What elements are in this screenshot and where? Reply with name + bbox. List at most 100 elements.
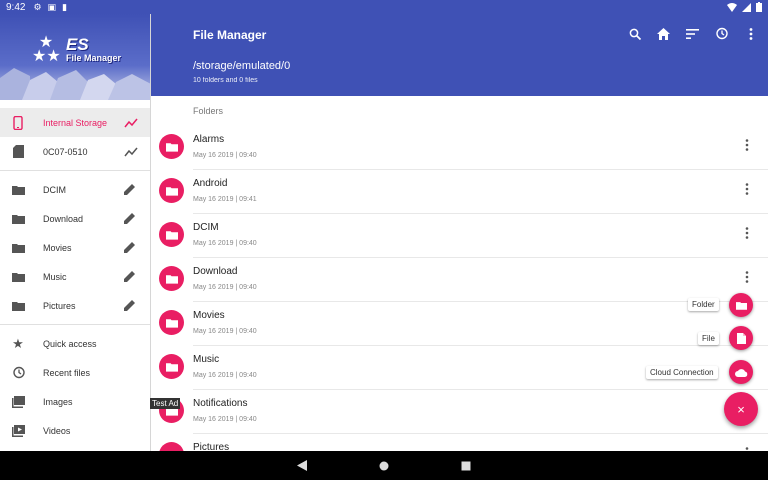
folder-name: Movies <box>193 310 225 321</box>
folder-row[interactable]: Movies May 16 2019 | 09:40 <box>151 302 768 346</box>
current-path: /storage/emulated/0 <box>193 60 291 72</box>
home-icon[interactable] <box>656 26 671 41</box>
header-decoration <box>0 68 150 100</box>
drawer-item-label: Recent files <box>43 367 91 378</box>
sort-icon[interactable] <box>685 26 700 41</box>
more-vert-icon[interactable] <box>742 227 752 241</box>
more-vert-icon[interactable] <box>743 26 758 41</box>
cloud-connection-button[interactable] <box>729 360 753 384</box>
edit-icon[interactable] <box>124 270 138 284</box>
drawer-item-label: 0C07-0510 <box>43 146 88 157</box>
battery-icon <box>756 2 762 12</box>
fab-cloud-label[interactable]: Cloud Connection <box>646 366 718 379</box>
drawer-item-recent-files[interactable]: Recent files <box>0 358 150 387</box>
drawer-item-label: DCIM <box>43 184 66 195</box>
app-window: 9:42 ⚙ ▣ ▮ ★ ★★ ES File Manager Internal… <box>0 0 768 480</box>
drawer-divider <box>0 170 150 171</box>
folder-icon <box>159 442 184 451</box>
folder-name: Music <box>193 354 220 365</box>
logo-fm-text: File Manager <box>66 53 122 63</box>
folder-icon <box>11 299 25 313</box>
recents-icon[interactable] <box>460 460 472 472</box>
edit-icon[interactable] <box>124 212 138 226</box>
drawer-item-label: Internal Storage <box>43 117 108 128</box>
folder-icon <box>159 310 184 335</box>
settings-status-icon: ⚙ <box>33 1 42 12</box>
new-file-button[interactable] <box>729 326 753 350</box>
drawer-item-images[interactable]: Images <box>0 387 150 416</box>
image-icon <box>11 395 25 409</box>
close-icon: × <box>737 401 745 417</box>
drawer-item-label: Quick access <box>43 338 97 349</box>
folder-name: DCIM <box>193 222 219 233</box>
folder-row[interactable]: Notifications May 16 2019 | 09:40 <box>151 390 768 434</box>
new-folder-button[interactable] <box>729 293 753 317</box>
drawer-item-label: Download <box>43 213 84 224</box>
app-bar: File Manager /storage/emulated/0 10 fold… <box>151 14 768 96</box>
back-icon[interactable] <box>296 460 308 472</box>
logo-es-text: ES <box>66 35 89 54</box>
folder-icon <box>11 183 25 197</box>
folder-icon <box>159 222 184 247</box>
system-navigation-bar <box>0 451 768 480</box>
file-list: Folders Alarms May 16 2019 | 09:40 Android… <box>151 96 768 451</box>
test-ad-label: Test Ad <box>150 398 181 409</box>
folder-date: May 16 2019 | 09:41 <box>193 196 257 203</box>
folder-icon <box>159 178 184 203</box>
more-vert-icon[interactable] <box>742 139 752 153</box>
edit-icon[interactable] <box>124 183 138 197</box>
drawer-item-internal-storage[interactable]: Internal Storage <box>0 108 150 137</box>
folder-date: May 16 2019 | 09:40 <box>193 328 257 335</box>
drawer-item-dcim[interactable]: DCIM <box>0 175 150 204</box>
edit-icon[interactable] <box>124 299 138 313</box>
notification-status-icon: ▣ <box>47 1 57 12</box>
more-vert-icon[interactable] <box>742 271 752 285</box>
signal-icon <box>742 2 751 12</box>
drawer-item-label: Movies <box>43 242 72 253</box>
folder-row[interactable]: Download May 16 2019 | 09:40 <box>151 258 768 302</box>
folder-icon <box>11 270 25 284</box>
status-time: 9:42 <box>6 1 26 13</box>
analytics-icon[interactable] <box>124 145 138 159</box>
cloud-icon <box>734 368 747 377</box>
file-icon <box>736 332 746 344</box>
drawer-item-label: Pictures <box>43 300 76 311</box>
sd-status-icon: ▮ <box>62 1 68 12</box>
drawer-item-label: Music <box>43 271 67 282</box>
folder-row[interactable]: DCIM May 16 2019 | 09:40 <box>151 214 768 258</box>
navigation-drawer: ★ ★★ ES File Manager Internal Storage 0C0… <box>0 14 151 451</box>
fab-folder-label[interactable]: Folder <box>688 298 719 311</box>
drawer-item-download[interactable]: Download <box>0 204 150 233</box>
drawer-item-pictures[interactable]: Pictures <box>0 291 150 320</box>
folder-icon <box>11 212 25 226</box>
drawer-item-sd-card[interactable]: 0C07-0510 <box>0 137 150 166</box>
folder-row[interactable]: Android May 16 2019 | 09:41 <box>151 170 768 214</box>
phone-icon <box>11 115 25 130</box>
app-logo: ★ ★★ ES File Manager <box>32 35 122 65</box>
toolbar-actions <box>627 26 758 41</box>
drawer-item-label: Videos <box>43 425 71 436</box>
star-icon: ★ <box>12 335 24 351</box>
drawer-item-music[interactable]: Music <box>0 262 150 291</box>
history-icon[interactable] <box>714 26 729 41</box>
folder-date: May 16 2019 | 09:40 <box>193 284 257 291</box>
folder-date: May 16 2019 | 09:40 <box>193 416 257 423</box>
drawer-header: ★ ★★ ES File Manager <box>0 14 150 100</box>
search-icon[interactable] <box>627 26 642 41</box>
drawer-item-movies[interactable]: Movies <box>0 233 150 262</box>
fab-file-label[interactable]: File <box>698 332 719 345</box>
folder-name: Android <box>193 178 228 189</box>
drawer-item-quick-access[interactable]: ★ Quick access <box>0 329 150 358</box>
drawer-item-label: Images <box>43 396 73 407</box>
fab-close-button[interactable]: × <box>724 392 758 426</box>
folder-row[interactable]: Pictures <box>151 434 768 451</box>
analytics-icon[interactable] <box>124 116 138 130</box>
folder-row[interactable]: Alarms May 16 2019 | 09:40 <box>151 126 768 170</box>
home-nav-icon[interactable] <box>378 460 390 472</box>
drawer-item-videos[interactable]: Videos <box>0 416 150 445</box>
more-vert-icon[interactable] <box>742 183 752 197</box>
folder-name: Download <box>193 266 238 277</box>
edit-icon[interactable] <box>124 241 138 255</box>
folder-date: May 16 2019 | 09:40 <box>193 240 257 247</box>
folder-date: May 16 2019 | 09:40 <box>193 152 257 159</box>
